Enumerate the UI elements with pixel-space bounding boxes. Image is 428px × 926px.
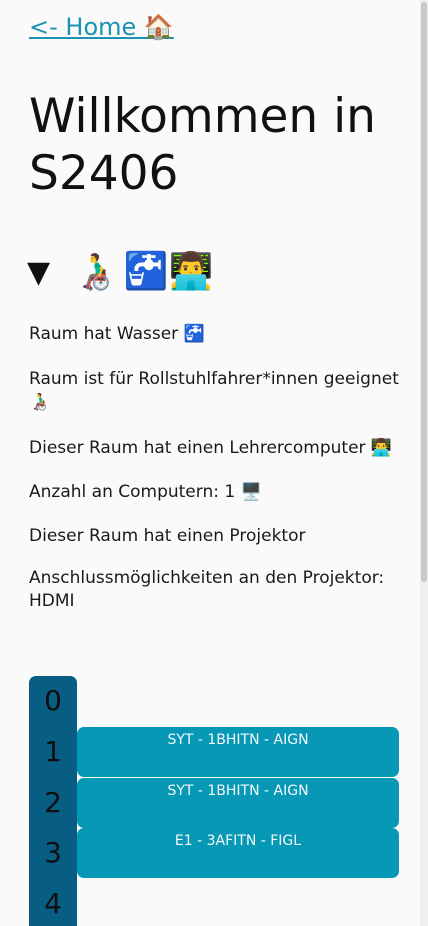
room-features-summary[interactable]: ▼ 👨‍🦽 🚰 👨‍💻 xyxy=(27,244,213,300)
info-teacher-computer: Dieser Raum hat einen Lehrercomputer 👨‍💻 xyxy=(29,438,393,458)
room-page: <- Home 🏠 Willkommen in S2406 ▼ 👨‍🦽 🚰 👨‍… xyxy=(0,0,428,926)
wheelchair-icon: 👨‍🦽 xyxy=(73,251,118,292)
period-number: 1 xyxy=(44,735,62,768)
scrollbar[interactable] xyxy=(420,0,428,926)
home-link[interactable]: <- Home 🏠 xyxy=(29,13,174,41)
period-column: 0 1 2 3 4 xyxy=(29,676,77,926)
info-projector: Dieser Raum hat einen Projektor xyxy=(29,526,306,546)
teacher-computer-icon: 👨‍💻 xyxy=(168,251,214,292)
period-number: 2 xyxy=(44,786,62,819)
lesson-block[interactable]: SYT - 1BHITN - AIGN xyxy=(77,727,399,777)
info-computer-count: Anzahl an Computern: 1 🖥️ xyxy=(29,482,262,502)
lesson-block[interactable]: SYT - 1BHITN - AIGN xyxy=(77,778,399,828)
scrollbar-thumb[interactable] xyxy=(421,2,427,582)
period-number: 0 xyxy=(44,684,62,717)
period-number: 3 xyxy=(44,836,62,869)
disclosure-triangle-icon[interactable]: ▼ xyxy=(27,255,67,290)
info-projector-ports: Anschlussmöglichkeiten an den Projektor:… xyxy=(29,568,385,611)
info-water: Raum hat Wasser 🚰 xyxy=(29,324,205,344)
page-title: Willkommen in S2406 xyxy=(29,89,376,201)
info-wheelchair: Raum ist für Rollstuhlfahrer*innen geeig… xyxy=(29,369,399,412)
lesson-block[interactable]: E1 - 3AFITN - FIGL xyxy=(77,828,399,878)
period-number: 4 xyxy=(44,887,62,920)
timetable: 0 1 2 3 4 SYT - 1BHITN - AIGN SYT - 1BHI… xyxy=(29,676,399,926)
water-tap-icon: 🚰 xyxy=(123,251,169,292)
